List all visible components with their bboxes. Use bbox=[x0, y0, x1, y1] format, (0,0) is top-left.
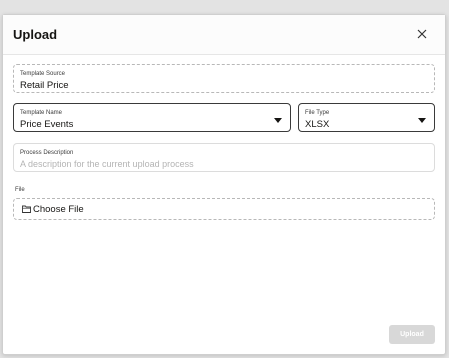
template-source-field: Template Source Retail Price bbox=[13, 64, 435, 93]
caret-down-icon bbox=[274, 118, 282, 123]
choose-file-dropzone[interactable]: Choose File bbox=[13, 198, 435, 220]
template-name-value: Price Events bbox=[20, 119, 74, 130]
file-type-label: File Type bbox=[305, 110, 330, 116]
folder-icon bbox=[22, 205, 31, 213]
template-name-label: Template Name bbox=[20, 110, 63, 116]
close-button[interactable] bbox=[411, 23, 433, 45]
template-source-value: Retail Price bbox=[20, 80, 69, 91]
upload-button[interactable]: Upload bbox=[389, 325, 435, 344]
caret-down-icon bbox=[418, 118, 426, 123]
close-icon bbox=[417, 29, 427, 39]
file-type-value: XLSX bbox=[305, 119, 330, 130]
upload-dialog: Upload Template Source Retail Price Temp… bbox=[2, 14, 446, 355]
file-label: File bbox=[15, 187, 25, 193]
template-name-select[interactable]: Template Name Price Events bbox=[13, 103, 291, 132]
process-description-placeholder: A description for the current upload pro… bbox=[20, 159, 194, 169]
template-source-label: Template Source bbox=[20, 71, 66, 77]
choose-file-label: Choose File bbox=[33, 204, 84, 215]
process-description-label: Process Description bbox=[20, 150, 74, 156]
file-type-select[interactable]: File Type XLSX bbox=[298, 103, 435, 132]
dialog-title: Upload bbox=[13, 27, 58, 42]
dialog-header: Upload bbox=[3, 15, 445, 55]
process-description-input[interactable]: Process Description A description for th… bbox=[13, 143, 435, 172]
